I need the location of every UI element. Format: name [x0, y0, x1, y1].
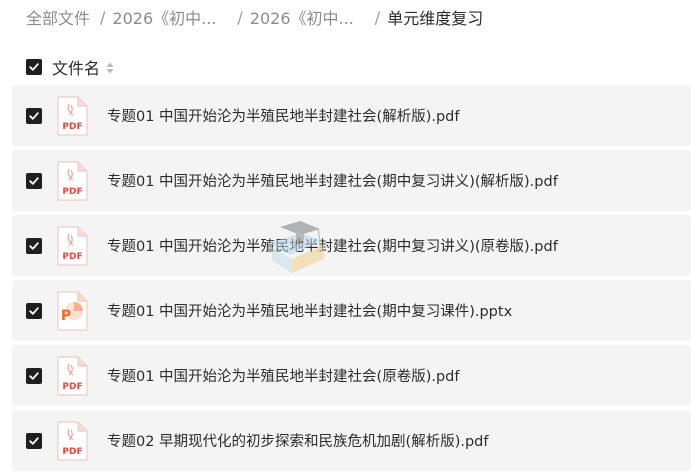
checkmark-icon: [29, 436, 39, 445]
breadcrumb-separator: /: [237, 7, 243, 27]
file-checkbox[interactable]: [26, 432, 42, 449]
checkmark-icon: [29, 371, 39, 380]
column-header-filename[interactable]: 文件名: [52, 55, 100, 79]
svg-text:PDF: PDF: [62, 187, 82, 197]
pdf-file-icon: PDF: [57, 421, 88, 460]
select-all-checkbox[interactable]: [26, 59, 42, 75]
file-checkbox[interactable]: [26, 367, 42, 384]
breadcrumb-separator: /: [374, 7, 381, 27]
checkmark-icon: [29, 63, 39, 71]
pdf-file-icon: PDF: [57, 356, 88, 395]
file-row[interactable]: PDF 专题01 中国开始沦为半殖民地半封建社会(原卷版).pdf: [12, 345, 691, 406]
file-checkbox[interactable]: [26, 172, 42, 189]
breadcrumb-item-all-files[interactable]: 全部文件: [26, 5, 90, 29]
list-header: 文件名: [26, 56, 114, 78]
file-name[interactable]: 专题02 早期现代化的初步探索和民族危机加剧(解析版).pdf: [107, 430, 489, 451]
file-name[interactable]: 专题01 中国开始沦为半殖民地半封建社会(期中复习课件).pptx: [107, 300, 512, 321]
file-row[interactable]: PDF 专题01 中国开始沦为半殖民地半封建社会(期中复习讲义)(原卷版).pdf: [12, 215, 691, 276]
file-icon-wrapper: PDF: [42, 161, 88, 201]
breadcrumb: 全部文件 / 2026《初中... / 2026《初中... / 单元维度复习: [26, 5, 483, 29]
file-row[interactable]: PDF 专题01 中国开始沦为半殖民地半封建社会(期中复习讲义)(解析版).pdf: [12, 150, 691, 211]
pptx-file-icon: P: [57, 291, 88, 330]
file-icon-wrapper: PDF: [42, 356, 88, 396]
file-name[interactable]: 专题01 中国开始沦为半殖民地半封建社会(原卷版).pdf: [107, 365, 460, 386]
checkmark-icon: [29, 241, 39, 250]
checkmark-icon: [29, 111, 39, 120]
breadcrumb-current: 单元维度复习: [387, 9, 484, 28]
file-icon-wrapper: P: [42, 291, 88, 331]
breadcrumb-separator: /: [100, 7, 106, 27]
file-row[interactable]: P 专题01 中国开始沦为半殖民地半封建社会(期中复习课件).pptx: [12, 280, 691, 341]
file-checkbox[interactable]: [26, 302, 42, 319]
svg-text:PDF: PDF: [62, 382, 82, 392]
sort-icon[interactable]: [106, 60, 114, 74]
file-icon-wrapper: PDF: [42, 226, 88, 266]
file-name[interactable]: 专题01 中国开始沦为半殖民地半封建社会(解析版).pdf: [107, 105, 460, 126]
file-row[interactable]: PDF 专题01 中国开始沦为半殖民地半封建社会(解析版).pdf: [12, 85, 691, 146]
checkmark-icon: [29, 176, 39, 185]
file-checkbox[interactable]: [26, 237, 42, 254]
pdf-file-icon: PDF: [57, 226, 88, 265]
svg-text:PDF: PDF: [62, 252, 82, 262]
checkmark-icon: [29, 306, 39, 315]
file-list: PDF 专题01 中国开始沦为半殖民地半封建社会(解析版).pdf PDF 专题01 …: [12, 85, 691, 475]
svg-text:PDF: PDF: [62, 122, 82, 132]
file-icon-wrapper: PDF: [42, 421, 88, 461]
pdf-file-icon: PDF: [57, 96, 88, 135]
breadcrumb-item-folder-1[interactable]: 2026《初中...: [112, 5, 227, 29]
file-icon-wrapper: PDF: [42, 96, 88, 136]
svg-text:PDF: PDF: [62, 447, 82, 457]
file-name[interactable]: 专题01 中国开始沦为半殖民地半封建社会(期中复习讲义)(原卷版).pdf: [107, 235, 558, 256]
file-checkbox[interactable]: [26, 107, 42, 124]
svg-text:P: P: [61, 308, 71, 324]
file-name[interactable]: 专题01 中国开始沦为半殖民地半封建社会(期中复习讲义)(解析版).pdf: [107, 170, 558, 191]
breadcrumb-item-folder-2[interactable]: 2026《初中...: [250, 5, 365, 29]
file-row[interactable]: PDF 专题02 早期现代化的初步探索和民族危机加剧(解析版).pdf: [12, 410, 691, 471]
pdf-file-icon: PDF: [57, 161, 88, 200]
